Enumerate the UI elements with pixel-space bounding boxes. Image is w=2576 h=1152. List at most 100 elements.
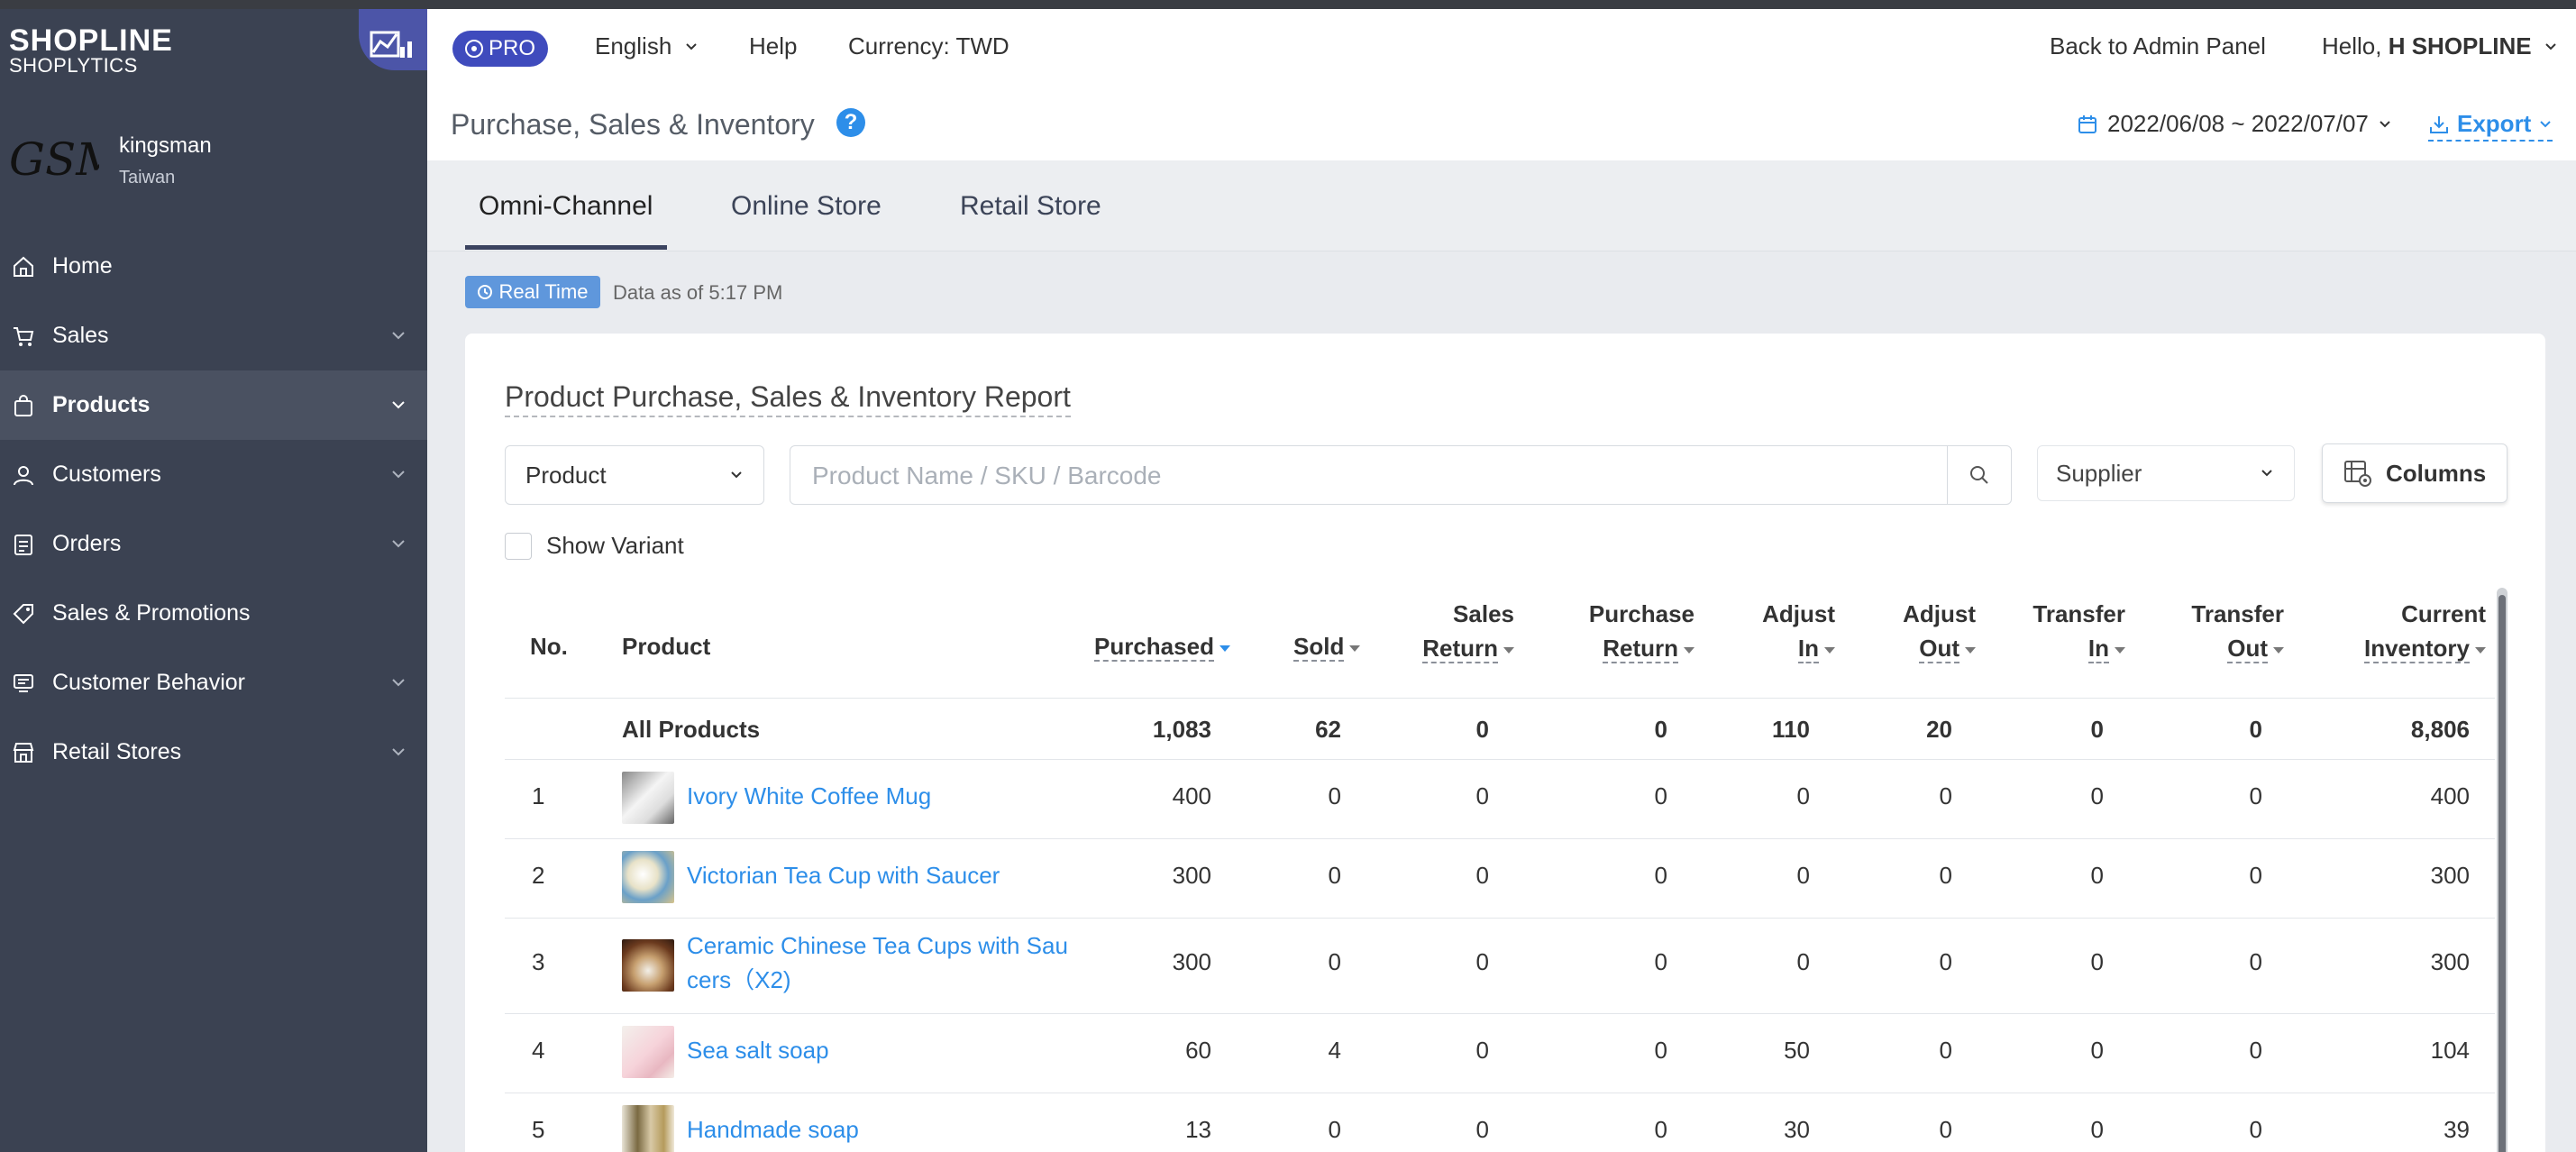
search-input[interactable] [810, 457, 1895, 495]
product-link[interactable]: Victorian Tea Cup with Saucer [687, 858, 1000, 892]
header-transfer-in-line1: Transfer [2032, 600, 2125, 627]
total-transfer-out: 0 [2249, 716, 2262, 743]
chevron-down-icon [392, 540, 405, 548]
supplier-select[interactable]: Supplier [2037, 445, 2295, 501]
header-current-inventory-line2: Inventory [2363, 635, 2470, 663]
search-icon [1970, 466, 1988, 484]
product-thumbnail[interactable] [622, 851, 674, 903]
sidebar-item-label: Retail Stores [52, 739, 182, 764]
header-adjust-in-line2: In [1797, 635, 1819, 663]
cell-adjust-out: 0 [1939, 782, 1952, 809]
realtime-label: Real Time [498, 280, 589, 303]
product-thumbnail[interactable] [622, 772, 674, 824]
cell-sold: 4 [1328, 1037, 1341, 1064]
product-link[interactable]: Handmade soap [687, 1112, 859, 1147]
sidebar-item-products[interactable]: Products [0, 370, 427, 440]
export-button[interactable]: Export [2428, 110, 2553, 142]
product-link-line2: cers（X2) [687, 966, 791, 993]
help-link[interactable]: Help [749, 32, 797, 60]
header-sales-return[interactable]: Sales Return [1397, 597, 1514, 665]
clipboard-icon [11, 532, 36, 557]
product-thumbnail[interactable] [622, 939, 674, 992]
search-button[interactable] [1947, 446, 2011, 504]
cart-icon [11, 324, 36, 349]
tab-omni-channel[interactable]: Omni-Channel [479, 191, 653, 222]
show-variant-toggle[interactable]: Show Variant [505, 532, 684, 560]
cell-adjust-in: 0 [1796, 782, 1810, 809]
brand-product: SHOPLYTICS [9, 54, 138, 77]
date-range-value: 2022/06/08 ~ 2022/07/07 [2107, 110, 2369, 137]
cell-sales-return: 0 [1475, 948, 1489, 975]
columns-button[interactable]: Columns [2322, 443, 2507, 503]
behavior-icon [11, 671, 36, 696]
product-link[interactable]: Ivory White Coffee Mug [687, 779, 931, 813]
header-current-inventory[interactable]: Current Inventory [2316, 597, 2486, 665]
sidebar-item-customers[interactable]: Customers [0, 440, 427, 509]
store-name: kingsman [119, 133, 212, 158]
header-sold[interactable]: Sold [1293, 629, 1361, 663]
product-link-line1: Ceramic Chinese Tea Cups with Sau [687, 932, 1068, 959]
chevron-down-icon [2540, 120, 2552, 127]
date-range-picker[interactable]: 2022/06/08 ~ 2022/07/07 [2077, 110, 2392, 138]
cell-transfer-out: 0 [2249, 782, 2262, 809]
cell-purchase-return: 0 [1654, 1037, 1667, 1064]
tab-online-store[interactable]: Online Store [731, 191, 882, 222]
sort-icon [2475, 646, 2486, 654]
row-no: 1 [532, 782, 545, 809]
table-header: No. Product Purchased Sold Sales Return P… [505, 597, 2495, 699]
brand-name: SHOPLINE [9, 23, 173, 58]
chevron-down-icon [2380, 120, 2390, 127]
sidebar-item-sales-promotions[interactable]: Sales & Promotions [0, 579, 427, 648]
supplier-label: Supplier [2056, 459, 2142, 487]
sidebar-item-label: Sales & Promotions [52, 600, 251, 626]
show-variant-label: Show Variant [546, 532, 684, 559]
product-thumbnail[interactable] [622, 1026, 674, 1078]
product-thumbnail[interactable] [622, 1105, 674, 1152]
sidebar-item-customer-behavior[interactable]: Customer Behavior [0, 648, 427, 718]
user-icon [11, 462, 36, 488]
cell-sold: 0 [1328, 948, 1341, 975]
download-icon [2430, 115, 2448, 133]
product-link[interactable]: Sea salt soap [687, 1033, 829, 1067]
show-variant-checkbox[interactable] [505, 532, 532, 560]
row-no: 3 [532, 948, 545, 975]
header-no: No. [530, 633, 568, 660]
language-selector[interactable]: English [595, 32, 699, 60]
sidebar-item-home[interactable]: Home [0, 232, 427, 301]
header-current-inventory-line1: Current [2401, 600, 2486, 627]
user-menu[interactable]: Hello, H SHOPLINE [2322, 32, 2558, 60]
tab-retail-store[interactable]: Retail Store [960, 191, 1101, 222]
brand-logo[interactable]: SHOPLINE SHOPLYTICS [9, 25, 173, 76]
cell-transfer-out: 0 [2249, 948, 2262, 975]
filter-type-select[interactable]: Product [505, 445, 764, 505]
sort-icon [1349, 645, 1361, 652]
cell-purchased: 300 [1172, 862, 1211, 889]
header-transfer-out[interactable]: Transfer Out [2151, 597, 2284, 665]
back-to-admin-link[interactable]: Back to Admin Panel [2050, 32, 2266, 60]
table-row: 4 Sea salt soap 60 4 0 0 50 0 0 0 104 [505, 1013, 2495, 1093]
row-no: 2 [532, 862, 545, 889]
header-product: Product [622, 633, 711, 660]
header-purchased[interactable]: Purchased [1094, 629, 1230, 663]
cell-purchase-return: 0 [1654, 948, 1667, 975]
store-switcher[interactable]: GSM kingsman Taiwan [0, 117, 427, 207]
header-transfer-in[interactable]: Transfer In [1992, 597, 2125, 665]
window-top-edge [0, 0, 2576, 9]
cell-purchase-return: 0 [1654, 862, 1667, 889]
sidebar-item-sales[interactable]: Sales [0, 301, 427, 370]
help-icon[interactable]: ? [836, 108, 865, 137]
cell-adjust-in: 50 [1784, 1037, 1810, 1064]
pro-label: PRO [488, 36, 535, 60]
pro-badge[interactable]: PRO [452, 31, 548, 67]
home-icon [11, 254, 36, 279]
table-scrollbar-thumb[interactable] [2498, 595, 2506, 1152]
header-purchase-return[interactable]: Purchase Return [1550, 597, 1694, 665]
product-link[interactable]: Ceramic Chinese Tea Cups with Sau cers（X… [687, 928, 1068, 997]
header-adjust-in[interactable]: Adjust In [1722, 597, 1835, 665]
cell-sales-return: 0 [1475, 862, 1489, 889]
header-adjust-out[interactable]: Adjust Out [1862, 597, 1976, 665]
total-adjust-out: 20 [1926, 716, 1952, 743]
sidebar-item-retail-stores[interactable]: Retail Stores [0, 718, 427, 787]
sidebar-item-orders[interactable]: Orders [0, 509, 427, 579]
cell-sales-return: 0 [1475, 1037, 1489, 1064]
